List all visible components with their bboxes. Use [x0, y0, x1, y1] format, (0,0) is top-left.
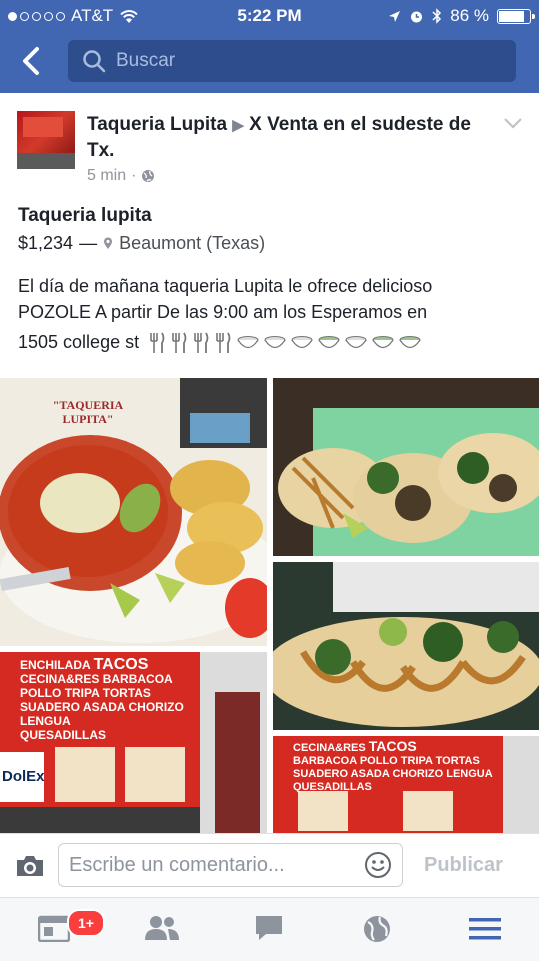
post-text-line-3: 1505 college st [18, 329, 518, 355]
alarm-icon [411, 11, 423, 22]
photo-pozole[interactable]: "TAQUERIA LUPITA" [0, 378, 267, 646]
meta-separator: · [131, 167, 137, 184]
soup-bowl-icon [372, 336, 394, 349]
soup-bowl-icon [264, 336, 286, 349]
battery-percent: 86 % [450, 6, 489, 25]
fork-knife-icon [172, 332, 187, 354]
location-arrow-icon [389, 10, 401, 22]
soup-bowl-icon [237, 336, 259, 349]
menu-hamburger-icon[interactable] [469, 917, 501, 941]
menu-wall-text: CECINA&RES TACOS BARBACOA POLLO TRIPA TO… [293, 738, 493, 793]
emoji-row [148, 331, 422, 355]
photo-tacos-2[interactable] [273, 562, 539, 730]
listing-price: $1,234 [18, 233, 74, 253]
search-icon [83, 50, 106, 73]
taqueria-sign: "TAQUERIA LUPITA" [52, 398, 124, 426]
emoji-smile-icon[interactable] [364, 851, 392, 879]
friends-icon[interactable] [144, 914, 180, 942]
arrow-right-icon: ▶ [232, 117, 244, 134]
fork-knife-icon [150, 332, 165, 354]
messages-icon[interactable] [254, 914, 284, 942]
listing-location[interactable]: Beaumont (Texas) [119, 233, 265, 254]
photo-storefront-2[interactable]: CECINA&RES TACOS BARBACOA POLLO TRIPA TO… [273, 736, 539, 833]
post-text-line: POZOLE A partir De las 9:00 am los Esper… [18, 302, 428, 322]
chevron-down-icon[interactable] [502, 116, 524, 130]
soup-bowl-icon [399, 336, 421, 349]
back-arrow-icon[interactable] [17, 44, 47, 78]
price-dash: — [79, 233, 98, 253]
photo-tacos-1[interactable] [273, 378, 539, 556]
photo-grid: "TAQUERIA LUPITA" ENCHILADA TACOS CECINA… [0, 378, 539, 833]
fork-knife-icon [216, 332, 231, 354]
listing-title: Taqueria lupita [18, 205, 152, 226]
post-meta: 5 min · [87, 167, 155, 185]
search-input[interactable] [116, 40, 496, 82]
post-header: Taqueria Lupita ▶ X Venta en el sudeste … [87, 112, 492, 163]
page-avatar[interactable] [17, 111, 75, 169]
comment-input-box[interactable] [58, 843, 403, 887]
fork-knife-icon [194, 332, 209, 354]
menu-wall-text: ENCHILADA TACOS CECINA&RES BARBACOA POLL… [20, 656, 184, 743]
soup-bowl-icon [345, 336, 367, 349]
news-feed-icon[interactable] [38, 914, 70, 942]
dolex-sign: DolEx [2, 768, 45, 785]
battery-icon [497, 8, 535, 24]
status-bar: AT&T 5:22 PM 86 % [0, 0, 539, 32]
soup-bowl-icon [318, 336, 340, 349]
globe-icon [142, 170, 155, 182]
notification-badge: 1+ [67, 909, 105, 937]
photo-storefront-1[interactable]: ENCHILADA TACOS CECINA&RES BARBACOA POLL… [0, 652, 267, 833]
soup-bowl-icon [291, 336, 313, 349]
comment-input[interactable] [59, 844, 349, 886]
camera-icon[interactable] [14, 854, 46, 878]
post-text: El día de mañana taqueria Lupita le ofre… [18, 273, 518, 355]
bluetooth-icon [432, 8, 442, 24]
post-time[interactable]: 5 min [87, 167, 126, 185]
author-name[interactable]: Taqueria Lupita [87, 114, 227, 135]
post-text-line: El día de mañana taqueria Lupita le ofre… [18, 276, 433, 296]
globe-notifications-icon[interactable] [362, 914, 392, 944]
location-pin-icon [104, 237, 113, 249]
publish-button[interactable]: Publicar [424, 854, 503, 877]
search-bar[interactable] [68, 40, 516, 82]
top-bar: AT&T 5:22 PM 86 % [0, 0, 539, 93]
comment-bar: Publicar [0, 833, 539, 898]
listing-price-line: $1,234 — Beaumont (Texas) [18, 233, 265, 254]
